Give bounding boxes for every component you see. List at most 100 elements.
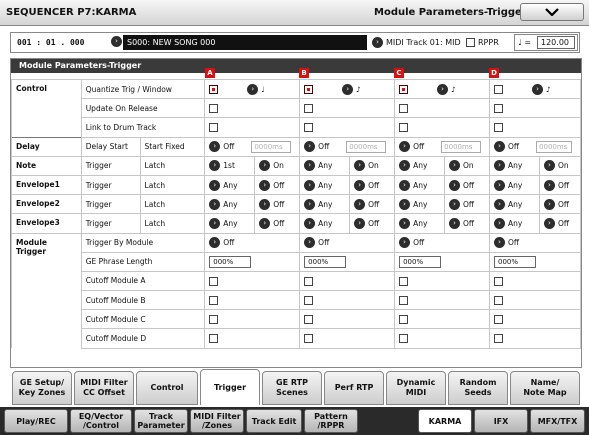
- cutoff-c-d-checkbox[interactable]: [493, 315, 503, 325]
- note-b-trigger-popup-icon[interactable]: ›: [304, 160, 316, 172]
- delay-a-popup-icon[interactable]: ›: [209, 141, 221, 153]
- mode-ifx[interactable]: IFX: [474, 409, 528, 433]
- cutoff-b-d-checkbox[interactable]: [493, 295, 503, 305]
- env3-a-trigger-popup-icon[interactable]: ›: [209, 217, 221, 229]
- mode-track-parameter[interactable]: Track Parameter: [134, 409, 188, 433]
- env1-d-latch-popup-icon[interactable]: ›: [543, 179, 555, 191]
- mode-play-rec[interactable]: Play/REC: [4, 409, 68, 433]
- env3-a-latch-popup-icon[interactable]: ›: [259, 217, 271, 229]
- env2-d-latch-popup-icon[interactable]: ›: [543, 198, 555, 210]
- env3-b-trigger-popup-icon[interactable]: ›: [304, 217, 316, 229]
- cutoff-c-a-checkbox[interactable]: [209, 315, 219, 325]
- note-b-latch-popup-icon[interactable]: ›: [354, 160, 366, 172]
- note-a-trigger-popup-icon[interactable]: ›: [209, 160, 221, 172]
- env2-c-trigger-popup-icon[interactable]: ›: [399, 198, 411, 210]
- link-a-checkbox[interactable]: [209, 123, 219, 133]
- cutoff-b-a-checkbox[interactable]: [209, 295, 219, 305]
- env2-b-latch-popup-icon[interactable]: ›: [354, 198, 366, 210]
- quantize-c-popup-icon[interactable]: ›: [437, 83, 449, 95]
- cutoff-a-c-checkbox[interactable]: [399, 276, 409, 286]
- mode-track-edit[interactable]: Track Edit: [246, 409, 302, 433]
- link-c-checkbox[interactable]: [399, 123, 409, 133]
- ge-length-c-field[interactable]: 000%: [399, 255, 442, 268]
- cutoff-c-b-checkbox[interactable]: [304, 315, 314, 325]
- delay-d-ms[interactable]: 0000ms: [536, 140, 573, 153]
- env2-d-trigger-popup-icon[interactable]: ›: [493, 198, 505, 210]
- quantize-d-popup-icon[interactable]: ›: [531, 83, 543, 95]
- mode-eq-vector-control[interactable]: EQ/Vector/Control: [70, 409, 132, 433]
- link-d-checkbox[interactable]: [493, 123, 503, 133]
- cutoff-d-d-checkbox[interactable]: [493, 334, 503, 344]
- midi-track-popup-icon[interactable]: ›: [372, 37, 383, 48]
- env3-d-latch-popup-icon[interactable]: ›: [543, 217, 555, 229]
- tempo-field[interactable]: 120.00: [537, 36, 575, 49]
- env3-c-latch-popup-icon[interactable]: ›: [449, 217, 461, 229]
- by-module-c-popup-icon[interactable]: ›: [399, 237, 411, 249]
- delay-c-popup-icon[interactable]: ›: [399, 141, 411, 153]
- env3-d-trigger-popup-icon[interactable]: ›: [493, 217, 505, 229]
- location-display[interactable]: 001 : 01 . 000: [17, 38, 84, 47]
- by-module-b-popup-icon[interactable]: ›: [304, 237, 316, 249]
- note-c-trigger-popup-icon[interactable]: ›: [399, 160, 411, 172]
- delay-c-ms[interactable]: 0000ms: [441, 140, 482, 153]
- delay-b-ms[interactable]: 0000ms: [346, 140, 387, 153]
- env2-c-latch-popup-icon[interactable]: ›: [449, 198, 461, 210]
- quantize-b-popup-icon[interactable]: ›: [342, 83, 354, 95]
- tab-trigger[interactable]: Trigger: [200, 369, 260, 405]
- tab-ge-setup[interactable]: GE Setup/Key Zones: [12, 371, 72, 405]
- cutoff-d-b-checkbox[interactable]: [304, 334, 314, 344]
- env1-a-trigger-popup-icon[interactable]: ›: [209, 179, 221, 191]
- tab-random-seeds[interactable]: Random Seeds: [448, 371, 508, 405]
- song-name-field[interactable]: S000: NEW SONG 000: [123, 35, 367, 50]
- note-c-latch-popup-icon[interactable]: ›: [449, 160, 461, 172]
- mode-mfx-tfx[interactable]: MFX/TFX: [530, 409, 585, 433]
- quantize-a-popup-icon[interactable]: ›: [247, 83, 259, 95]
- env1-c-latch-popup-icon[interactable]: ›: [449, 179, 461, 191]
- update-c-checkbox[interactable]: [399, 104, 409, 114]
- cutoff-b-b-checkbox[interactable]: [304, 295, 314, 305]
- env2-a-latch-popup-icon[interactable]: ›: [259, 198, 271, 210]
- env1-a-latch-popup-icon[interactable]: ›: [259, 179, 271, 191]
- by-module-a-popup-icon[interactable]: ›: [209, 237, 221, 249]
- cutoff-a-b-checkbox[interactable]: [304, 276, 314, 286]
- song-select-popup-icon[interactable]: ›: [111, 36, 122, 47]
- cutoff-d-a-checkbox[interactable]: [209, 334, 219, 344]
- cutoff-a-d-checkbox[interactable]: [493, 276, 503, 286]
- cutoff-c-c-checkbox[interactable]: [399, 315, 409, 325]
- link-b-checkbox[interactable]: [304, 123, 314, 133]
- tab-ge-rtp-scenes[interactable]: GE RTP Scenes: [262, 371, 322, 405]
- update-d-checkbox[interactable]: [493, 104, 503, 114]
- quantize-d-checkbox[interactable]: [493, 84, 503, 94]
- delay-a-ms[interactable]: 0000ms: [251, 140, 292, 153]
- ge-length-b-field[interactable]: 000%: [304, 255, 347, 268]
- quantize-c-checkbox[interactable]: [399, 84, 409, 94]
- tab-perf-rtp[interactable]: Perf RTP: [324, 371, 384, 405]
- cutoff-d-c-checkbox[interactable]: [399, 334, 409, 344]
- mode-midi-filter-zones[interactable]: MIDI Filter/Zones: [190, 409, 244, 433]
- update-b-checkbox[interactable]: [304, 104, 314, 114]
- env1-b-trigger-popup-icon[interactable]: ›: [304, 179, 316, 191]
- quantize-b-checkbox[interactable]: [304, 84, 314, 94]
- delay-d-popup-icon[interactable]: ›: [493, 141, 505, 153]
- env3-c-trigger-popup-icon[interactable]: ›: [399, 217, 411, 229]
- cutoff-a-a-checkbox[interactable]: [209, 276, 219, 286]
- env2-a-trigger-popup-icon[interactable]: ›: [209, 198, 221, 210]
- mode-pattern-rppr[interactable]: Pattern/RPPR: [304, 409, 358, 433]
- env1-c-trigger-popup-icon[interactable]: ›: [399, 179, 411, 191]
- env1-b-latch-popup-icon[interactable]: ›: [354, 179, 366, 191]
- ge-length-a-field[interactable]: 000%: [209, 255, 252, 268]
- tab-dynamic-midi[interactable]: Dynamic MIDI: [386, 371, 446, 405]
- note-d-trigger-popup-icon[interactable]: ›: [493, 160, 505, 172]
- cutoff-b-c-checkbox[interactable]: [399, 295, 409, 305]
- env3-b-latch-popup-icon[interactable]: ›: [354, 217, 366, 229]
- note-a-latch-popup-icon[interactable]: ›: [259, 160, 271, 172]
- delay-b-popup-icon[interactable]: ›: [304, 141, 316, 153]
- env2-b-trigger-popup-icon[interactable]: ›: [304, 198, 316, 210]
- note-d-latch-popup-icon[interactable]: ›: [543, 160, 555, 172]
- quantize-a-checkbox[interactable]: [209, 84, 219, 94]
- by-module-d-popup-icon[interactable]: ›: [493, 237, 505, 249]
- mode-karma[interactable]: KARMA: [418, 409, 472, 433]
- update-a-checkbox[interactable]: [209, 104, 219, 114]
- ge-length-d-field[interactable]: 000%: [493, 255, 536, 268]
- page-menu-button[interactable]: [520, 3, 584, 21]
